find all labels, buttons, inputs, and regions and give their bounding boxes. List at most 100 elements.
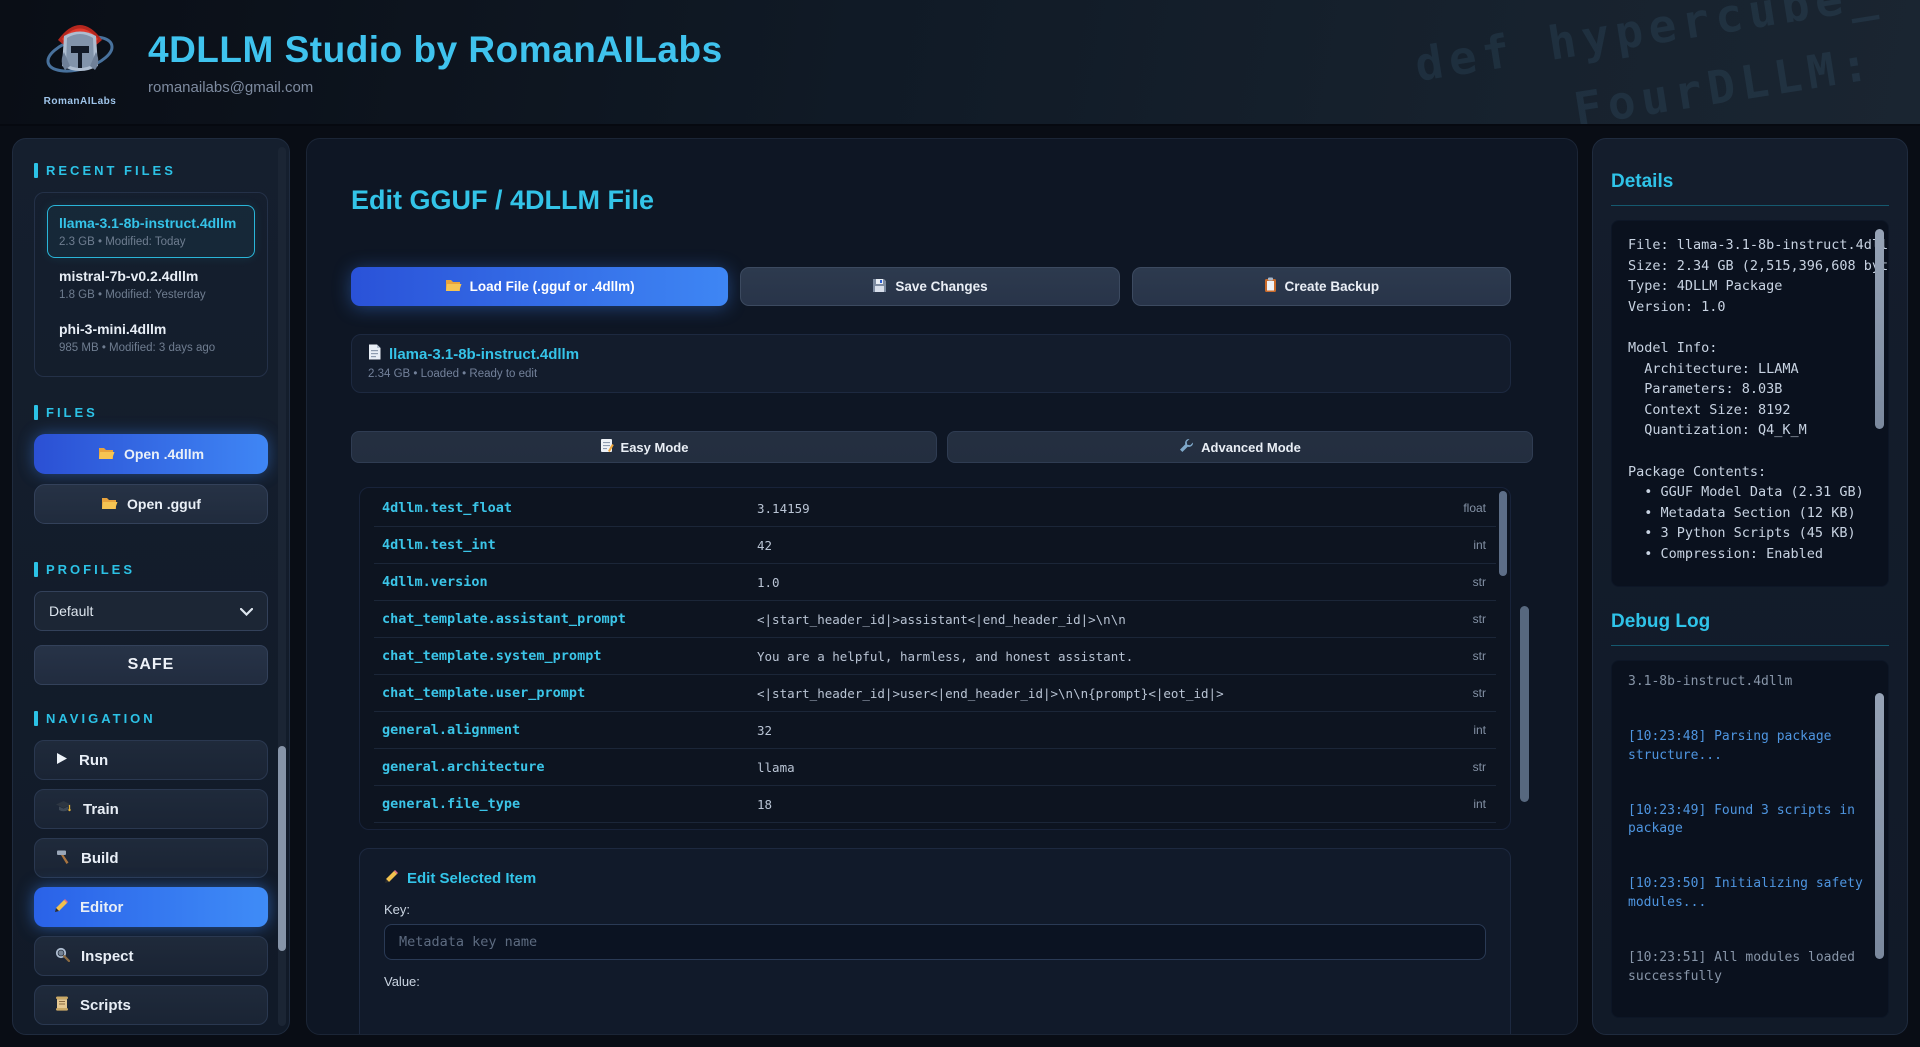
metadata-row[interactable]: chat_template.assistant_prompt <|start_he… [374, 601, 1496, 638]
debug-log-entry: [10:23:51] All modules loaded successful… [1628, 949, 1855, 984]
recent-file-name: phi-3-mini.4dllm [59, 321, 167, 337]
scroll-icon [55, 996, 69, 1015]
profiles-header: PROFILES [34, 562, 268, 577]
sidebar-item-inspect[interactable]: Inspect [34, 936, 268, 976]
metadata-value: <|start_header_id|>assistant<|end_header… [757, 611, 1126, 627]
recent-file-name: llama-3.1-8b-instruct.4dllm [59, 215, 237, 231]
navigation-header: NAVIGATION [34, 711, 268, 726]
files-header: FILES [34, 405, 268, 420]
metadata-value: 3.14159 [757, 500, 810, 516]
details-scrollbar-thumb[interactable] [1875, 229, 1884, 429]
debug-log-entry: [10:23:48] Parsing package structure... [1628, 728, 1832, 763]
metadata-type-badge: float [1463, 501, 1486, 515]
metadata-value: <|start_header_id|>user<|end_header_id|>… [757, 685, 1224, 701]
debug-log-entry: [10:23:50] Initializing safety modules..… [1628, 876, 1863, 911]
sidebar-item-run[interactable]: Run [34, 740, 268, 780]
metadata-key: 4dllm.version [382, 574, 488, 590]
recent-file-item[interactable]: mistral-7b-v0.2.4dllm 1.8 GB • Modified: … [47, 258, 255, 311]
sidebar-item-label: Editor [80, 898, 124, 916]
details-box: File: llama-3.1-8b-instruct.4dllm Size: … [1611, 220, 1889, 587]
value-label: Value: [384, 974, 420, 989]
loaded-file-status: 2.34 GB • Loaded • Ready to edit [368, 368, 538, 380]
metadata-value: You are a helpful, harmless, and honest … [757, 648, 1134, 664]
sidebar: RECENT FILES llama-3.1-8b-instruct.4dllm… [12, 138, 290, 1035]
nav-list: Run Train Build Editor Inspect Scripts [34, 740, 268, 1025]
clipboard-icon [1264, 277, 1277, 296]
metadata-row[interactable]: 4dllm.version 1.0 str [374, 564, 1496, 601]
loaded-file-card: llama-3.1-8b-instruct.4dllm 2.34 GB • Lo… [351, 334, 1511, 393]
metadata-key: general.architecture [382, 759, 545, 775]
load-file-button[interactable]: Load File (.gguf or .4dllm) [351, 267, 729, 306]
watermark-line: def hypercube_ [1411, 0, 1886, 92]
metadata-row[interactable]: chat_template.system_prompt You are a hel… [374, 638, 1496, 675]
debug-scrollbar-thumb[interactable] [1875, 693, 1884, 959]
profile-selected-value: Default [49, 603, 94, 619]
sidebar-item-scripts[interactable]: Scripts [34, 985, 268, 1025]
metadata-row[interactable]: chat_template.user_prompt <|start_header_… [374, 675, 1496, 712]
details-text: File: llama-3.1-8b-instruct.4dllm Size: … [1628, 237, 1889, 562]
editor-main-panel: Edit GGUF / 4DLLM File Load File (.gguf … [306, 138, 1578, 1035]
details-header: Details [1611, 171, 1889, 206]
memo-icon [600, 438, 614, 456]
helmet-logo-icon [43, 18, 117, 95]
metadata-key-input[interactable] [384, 924, 1486, 960]
create-backup-label: Create Backup [1284, 279, 1380, 294]
pencil-icon [384, 869, 399, 888]
metadata-row[interactable]: 4dllm.test_int 42 int [374, 527, 1496, 564]
save-changes-button[interactable]: Save Changes [740, 267, 1120, 306]
metadata-type-badge: int [1473, 538, 1486, 552]
app-logo: RomanAILabs [38, 18, 122, 107]
sidebar-item-label: Inspect [81, 947, 134, 965]
open-4dllm-button[interactable]: Open .4dllm [34, 434, 268, 474]
easy-mode-label: Easy Mode [620, 439, 689, 455]
metadata-row[interactable]: general.architecture llama str [374, 749, 1496, 786]
sidebar-item-train[interactable]: Train [34, 789, 268, 829]
app-title: 4DLLM Studio by RomanAILabs [148, 28, 723, 70]
metadata-type-badge: str [1472, 760, 1486, 774]
sidebar-item-build[interactable]: Build [34, 838, 268, 878]
metadata-row[interactable]: general.alignment 32 int [374, 712, 1496, 749]
recent-file-item[interactable]: phi-3-mini.4dllm 985 MB • Modified: 3 day… [47, 311, 255, 364]
metadata-type-badge: str [1472, 575, 1486, 589]
metadata-type-badge: str [1472, 686, 1486, 700]
recent-file-name: mistral-7b-v0.2.4dllm [59, 268, 199, 284]
recent-file-item[interactable]: llama-3.1-8b-instruct.4dllm 2.3 GB • Modi… [47, 205, 255, 258]
metadata-value: llama [757, 759, 795, 775]
recent-file-meta: 2.3 GB • Modified: Today [59, 236, 186, 248]
logo-text: RomanAILabs [43, 95, 117, 107]
safe-label: SAFE [127, 656, 175, 673]
table-scrollbar-thumb[interactable] [1499, 491, 1507, 576]
sidebar-item-editor[interactable]: Editor [34, 887, 268, 927]
metadata-key: general.alignment [382, 722, 521, 738]
sidebar-item-label: Train [83, 800, 119, 818]
main-scrollbar-thumb[interactable] [1520, 606, 1529, 802]
recent-file-meta: 985 MB • Modified: 3 days ago [59, 342, 216, 354]
metadata-table: 4dllm.test_float 3.14159 float 4dllm.test_i… [359, 487, 1511, 830]
easy-mode-button[interactable]: Easy Mode [351, 431, 937, 463]
folder-icon [98, 446, 115, 463]
save-changes-label: Save Changes [895, 279, 988, 294]
metadata-value: 18 [757, 796, 773, 812]
safe-button[interactable]: SAFE [34, 645, 268, 685]
load-file-label: Load File (.gguf or .4dllm) [469, 279, 635, 294]
debug-log-entry: 3.1-8b-instruct.4dllm [1628, 674, 1793, 689]
doc-icon [368, 344, 381, 364]
magnifier-icon [55, 947, 71, 966]
advanced-mode-button[interactable]: Advanced Mode [947, 431, 1533, 463]
watermark-code: def hypercube_ FourDLLM: [1410, 0, 1898, 124]
app-header: def hypercube_ FourDLLM: RomanAILabs 4DL… [0, 0, 1920, 126]
loaded-file-name: llama-3.1-8b-instruct.4dllm [389, 345, 580, 363]
create-backup-button[interactable]: Create Backup [1131, 267, 1511, 306]
open-gguf-button[interactable]: Open .gguf [34, 484, 268, 524]
folder-icon [101, 496, 118, 513]
debug-log-entry: [10:23:49] Found 3 scripts in package [1628, 802, 1855, 837]
metadata-row[interactable]: 4dllm.test_float 3.14159 float [374, 490, 1496, 527]
metadata-row[interactable]: general.file_type 18 int [374, 786, 1496, 823]
chevron-down-icon [239, 603, 254, 619]
debug-log-box: 3.1-8b-instruct.4dllm [10:23:48] Parsing … [1611, 660, 1889, 1018]
profile-select[interactable]: Default [34, 591, 268, 631]
wrench-icon [1179, 438, 1194, 456]
key-label: Key: [384, 902, 411, 917]
edit-selected-item-card: Edit Selected Item Key: Value: [359, 848, 1511, 1034]
sidebar-scrollbar-thumb[interactable] [278, 746, 286, 951]
